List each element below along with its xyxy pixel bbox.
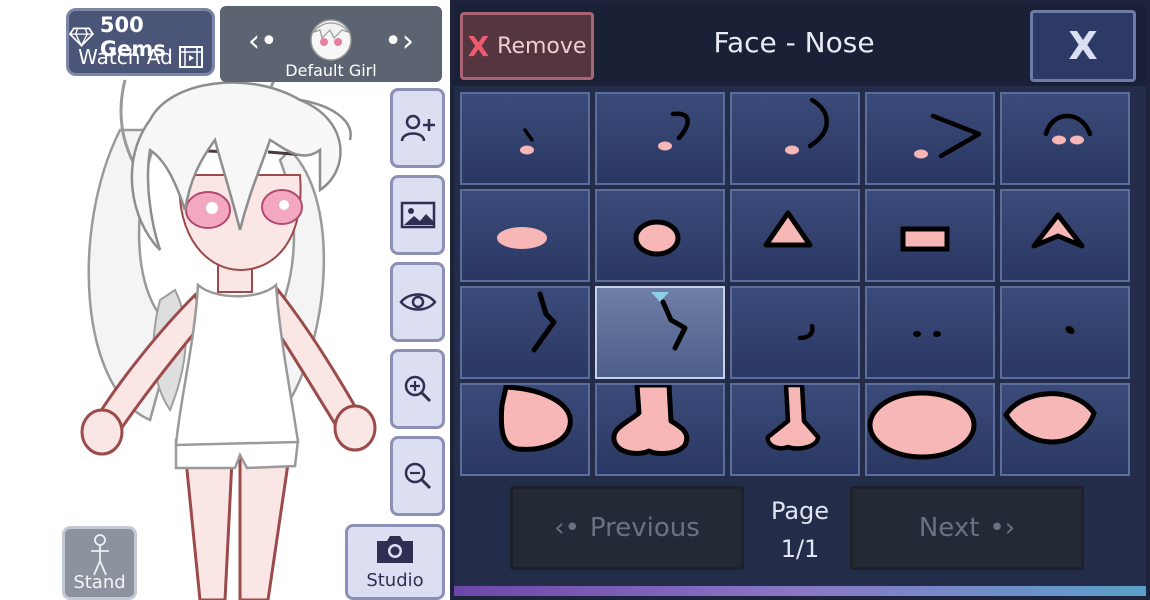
pagination: ‹• Previous Page 1/1 Next •› xyxy=(454,482,1146,582)
camera-icon xyxy=(377,536,413,563)
nose-option-realistic[interactable] xyxy=(595,383,725,476)
page-indicator: Page 1/1 xyxy=(754,492,846,568)
eye-icon xyxy=(398,293,437,311)
character-selector: ‹• •› Default Girl xyxy=(220,6,442,82)
previous-chevron-icon: ‹• xyxy=(554,513,580,543)
character-name: Default Girl xyxy=(285,61,377,80)
remove-label: Remove xyxy=(497,33,587,59)
nose-option-bent-selected[interactable] xyxy=(595,286,725,379)
next-character-button[interactable]: •› xyxy=(384,24,414,59)
watch-ad-label: Watch Ad xyxy=(78,45,173,69)
gems-widget[interactable]: 500 Gems Watch Ad xyxy=(66,8,215,76)
zoom-in-icon xyxy=(404,375,431,403)
remove-x-icon: X xyxy=(467,29,490,63)
nose-option-wide-oval[interactable] xyxy=(865,383,995,476)
nose-option-tick[interactable] xyxy=(730,286,860,379)
nose-option-rectangle[interactable] xyxy=(865,189,995,282)
image-icon xyxy=(400,201,435,229)
nose-option-curve[interactable] xyxy=(730,92,860,185)
game-screen: { "currency": { "gems": "500 Gems", "wat… xyxy=(0,0,1150,600)
nose-option-round-big[interactable] xyxy=(460,383,590,476)
background-button[interactable] xyxy=(390,175,445,255)
film-icon xyxy=(178,46,203,68)
next-page-button[interactable]: Next •› xyxy=(850,486,1084,570)
nose-option-hook[interactable] xyxy=(595,92,725,185)
studio-label: Studio xyxy=(366,570,424,591)
stand-button[interactable]: Stand xyxy=(62,526,137,600)
nose-option-triangle[interactable] xyxy=(730,189,860,282)
zoom-out-button[interactable] xyxy=(390,436,445,516)
panel-title: Face - Nose xyxy=(713,26,875,59)
panel-header: X Remove Face - Nose X xyxy=(454,4,1146,86)
previous-page-button[interactable]: ‹• Previous xyxy=(510,486,744,570)
zoom-out-icon xyxy=(404,462,431,490)
panel-bottom-bar xyxy=(454,586,1146,596)
character-preview xyxy=(80,39,377,600)
nose-option-angle[interactable] xyxy=(865,92,995,185)
next-chevron-icon: •› xyxy=(989,513,1016,543)
close-button[interactable]: X xyxy=(1030,10,1136,82)
prev-character-button[interactable]: ‹• xyxy=(248,24,278,59)
nose-option-circle[interactable] xyxy=(595,189,725,282)
nose-option-dot[interactable] xyxy=(460,92,590,185)
nose-option-single-dot[interactable] xyxy=(1000,286,1130,379)
visibility-toggle[interactable] xyxy=(390,262,445,342)
page-label: Page xyxy=(770,497,830,525)
page-number: 1/1 xyxy=(780,535,820,563)
studio-button[interactable]: Studio xyxy=(345,524,445,600)
previous-label: Previous xyxy=(589,513,700,543)
nose-option-zigzag[interactable] xyxy=(460,286,590,379)
stand-label: Stand xyxy=(73,572,126,593)
nose-option-two-dots[interactable] xyxy=(865,286,995,379)
add-character-button[interactable] xyxy=(390,88,445,168)
stand-pose-icon xyxy=(91,534,109,576)
nose-selection-panel: X Remove Face - Nose X ‹• Previous Page … xyxy=(450,0,1150,600)
watch-ad-button[interactable]: Watch Ad xyxy=(69,45,212,69)
close-icon: X xyxy=(1068,24,1098,68)
zoom-in-button[interactable] xyxy=(390,349,445,429)
add-user-icon xyxy=(400,114,435,142)
nose-option-blush-oval[interactable] xyxy=(460,189,590,282)
nose-option-tall[interactable] xyxy=(730,383,860,476)
nose-option-semi-circle[interactable] xyxy=(1000,383,1130,476)
gem-icon xyxy=(69,27,94,47)
next-label: Next xyxy=(918,513,980,543)
character-avatar-icon xyxy=(310,19,352,61)
remove-button[interactable]: X Remove xyxy=(460,12,594,80)
nose-option-notched-triangle[interactable] xyxy=(1000,189,1130,282)
nose-option-arc[interactable] xyxy=(1000,92,1130,185)
